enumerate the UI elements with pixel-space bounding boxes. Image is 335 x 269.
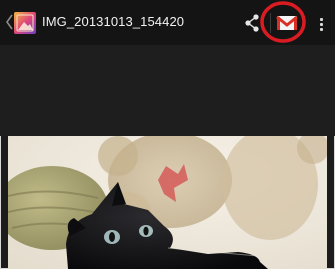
up-button[interactable] [2, 9, 38, 37]
gallery-icon [14, 12, 36, 34]
action-bar: IMG_20131013_154420 [0, 0, 335, 45]
photo-kitten [8, 136, 327, 269]
share-icon [245, 14, 259, 32]
share-button[interactable] [239, 9, 265, 37]
gmail-icon [276, 15, 298, 30]
overflow-menu-button[interactable] [314, 9, 330, 37]
photo-letterbox [0, 45, 335, 136]
page-title: IMG_20131013_154420 [42, 14, 185, 29]
photo-image [8, 136, 327, 269]
gmail-button[interactable] [270, 9, 304, 37]
